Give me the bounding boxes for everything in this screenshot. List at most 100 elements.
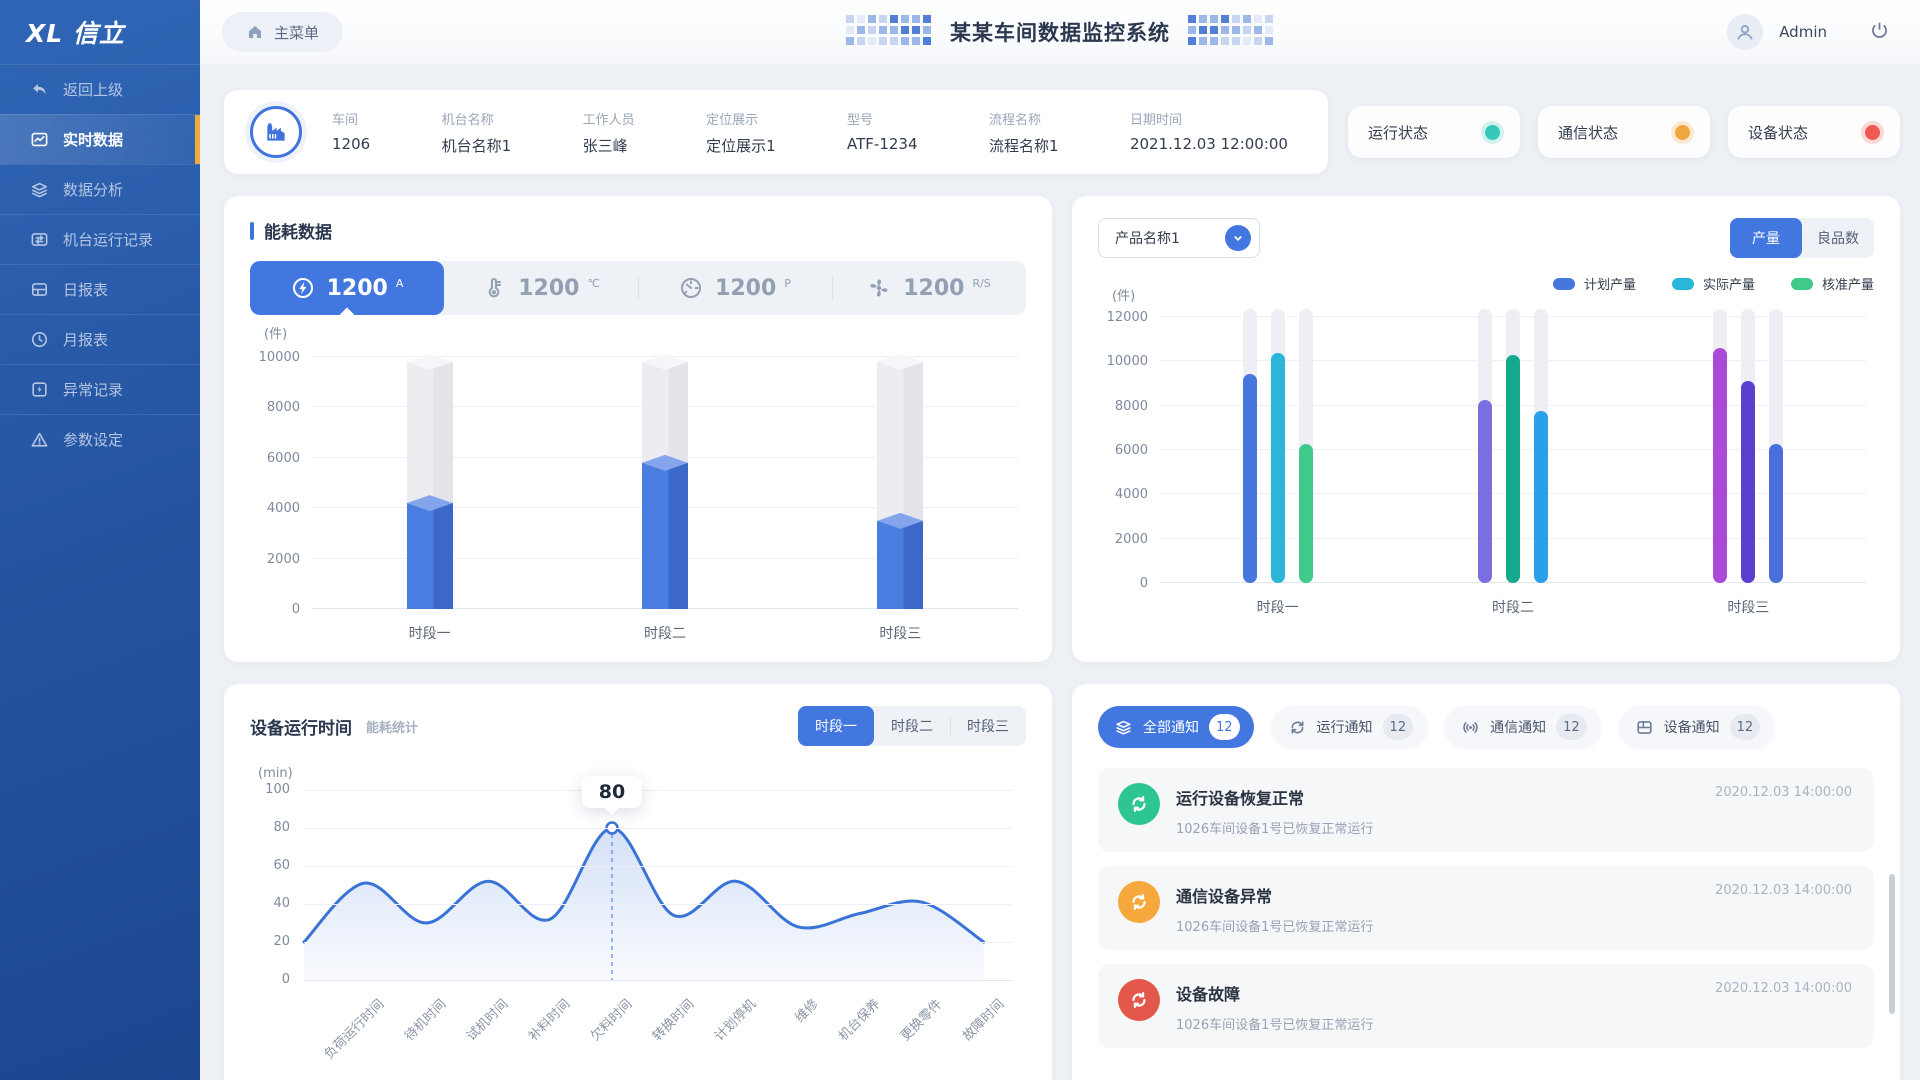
header-right: Admin [1727, 14, 1890, 50]
notice-tab-2[interactable]: 运行通知12 [1272, 706, 1428, 748]
power-button[interactable] [1869, 20, 1890, 45]
info-field-value: ATF-1234 [847, 135, 917, 153]
line-plot-area [304, 790, 1012, 980]
sidebar-item-2[interactable]: 实时数据 [0, 114, 200, 164]
x-axis-label: 时段二 [1492, 597, 1534, 617]
x-axis-label: 时段三 [879, 623, 921, 643]
sidebar-item-4[interactable]: 机台运行记录 [0, 214, 200, 264]
notice-list: 运行设备恢复正常1026车间设备1号已恢复正常运行2020.12.03 14:0… [1098, 768, 1874, 1048]
bar-slot [595, 345, 735, 609]
machine-record-icon [30, 230, 49, 249]
status-pill-1[interactable]: 运行状态 [1348, 106, 1520, 158]
notice-item-2[interactable]: 通信设备异常1026车间设备1号已恢复正常运行2020.12.03 14:00:… [1098, 866, 1874, 950]
page-title: 某某车间数据监控系统 [950, 17, 1170, 47]
info-field-label: 型号 [847, 109, 917, 128]
sidebar-item-6[interactable]: 月报表 [0, 314, 200, 364]
info-field-7: 日期时间 2021.12.03 12:00:00 [1130, 109, 1288, 156]
info-fields: 车间1206机台名称机台名称1工作人员张三峰定位展示定位展示1型号ATF-123… [332, 109, 1302, 156]
energy-tab-2[interactable]: 1200℃ [444, 261, 638, 315]
refresh-icon [1128, 891, 1150, 913]
sidebar-item-5[interactable]: 日报表 [0, 264, 200, 314]
energy-tab-4[interactable]: 1200R/S [832, 261, 1026, 315]
period-tab-2[interactable]: 时段二 [874, 706, 950, 746]
period-tab-3[interactable]: 时段三 [950, 706, 1026, 746]
info-field-label: 车间 [332, 109, 370, 128]
sidebar-item-3[interactable]: 数据分析 [0, 164, 200, 214]
sidebar-item-label: 机台运行记录 [63, 229, 153, 250]
period-tab-1[interactable]: 时段一 [798, 706, 874, 746]
gridline [304, 904, 1012, 905]
info-field-3: 工作人员张三峰 [583, 109, 635, 156]
sidebar-item-label: 参数设定 [63, 429, 123, 450]
product-select[interactable]: 产品名称1 [1098, 218, 1260, 258]
notice-body: 运行设备恢复正常1026车间设备1号已恢复正常运行 [1176, 783, 1373, 837]
device-notice-icon [1635, 718, 1654, 737]
status-label: 通信状态 [1558, 122, 1618, 143]
gridline [304, 942, 1012, 943]
status-pill-3[interactable]: 设备状态 [1728, 106, 1900, 158]
x-axis-label: 欠料时间 [585, 994, 635, 1044]
notice-item-1[interactable]: 运行设备恢复正常1026车间设备1号已恢复正常运行2020.12.03 14:0… [1098, 768, 1874, 852]
sidebar-item-label: 月报表 [63, 329, 108, 350]
y-tick-label: 10000 [250, 350, 300, 365]
value-bar [1741, 381, 1755, 583]
main-menu-label: 主菜单 [274, 22, 319, 43]
sidebar-item-8[interactable]: 参数设定 [0, 414, 200, 464]
gridline [304, 980, 1012, 981]
notice-scrollbar[interactable] [1889, 874, 1895, 1014]
notice-tab-3[interactable]: 通信通知12 [1445, 706, 1601, 748]
product-select-value: 产品名称1 [1115, 228, 1180, 248]
bar-wrap [1534, 307, 1548, 583]
info-field-label: 日期时间 [1130, 109, 1288, 128]
bar-wrap [1506, 307, 1520, 583]
main-menu-button[interactable]: 主菜单 [222, 12, 343, 52]
notice-description: 1026车间设备1号已恢复正常运行 [1176, 916, 1373, 935]
notice-tabs: 全部通知12 运行通知12 通信通知12 设备通知12 [1098, 706, 1874, 748]
status-pill-2[interactable]: 通信状态 [1538, 106, 1710, 158]
sidebar-item-1[interactable]: 返回上级 [0, 64, 200, 114]
notice-tab-1[interactable]: 全部通知12 [1098, 706, 1254, 748]
energy-bar-chart: (件)0200040006000800010000时段一时段二时段三 [250, 345, 1026, 645]
production-legend: 计划产量实际产量核准产量 [1098, 274, 1874, 293]
info-field-value: 2021.12.03 12:00:00 [1130, 135, 1288, 153]
runtime-line-chart: (min)02040608010080负荷运行时间待机时间试机时间补料时间欠料时… [250, 790, 1026, 1080]
info-field-5: 型号 ATF-1234 [847, 109, 917, 156]
prism-body [877, 521, 923, 609]
toggle-option-1[interactable]: 产量 [1730, 218, 1802, 258]
info-field-1: 车间1206 [332, 109, 370, 156]
info-field-6: 流程名称流程名称1 [989, 109, 1059, 156]
sidebar-item-7[interactable]: 异常记录 [0, 364, 200, 414]
value-bar [1506, 355, 1520, 583]
production-panel: 产品名称1 产量良品数 计划产量实际产量核准产量 (件)020004000600… [1072, 196, 1900, 662]
energy-tab-1[interactable]: 1200A [250, 261, 444, 315]
electric-icon [291, 276, 315, 300]
info-field-value: 流程名称1 [989, 135, 1059, 156]
info-field-2: 机台名称机台名称1 [442, 109, 512, 156]
notice-count-badge: 12 [1383, 714, 1414, 740]
prism-body [407, 503, 453, 609]
toggle-option-2[interactable]: 良品数 [1802, 218, 1874, 258]
legend-item: 核准产量 [1791, 274, 1874, 293]
comm-notice-icon [1461, 718, 1480, 737]
notice-tab-4[interactable]: 设备通知12 [1619, 706, 1775, 748]
energy-tab-3[interactable]: 1200P [638, 261, 832, 315]
energy-tab-value: 1200 [327, 276, 388, 301]
daily-report-icon [30, 280, 49, 299]
bar-wrap [1271, 307, 1285, 583]
notice-count-badge: 12 [1556, 714, 1587, 740]
x-axis-label: 机台保养 [833, 994, 883, 1044]
status-dot [1485, 125, 1500, 140]
info-field-value: 定位展示1 [706, 135, 776, 156]
exception-icon [30, 380, 49, 399]
bar-slot [830, 345, 970, 609]
x-axis-label: 补料时间 [523, 994, 573, 1044]
info-field-label: 机台名称 [442, 109, 512, 128]
user-name[interactable]: Admin [1779, 23, 1827, 41]
gridline [304, 828, 1012, 829]
sidebar-item-label: 返回上级 [63, 79, 123, 100]
bar-wrap [1299, 307, 1313, 583]
avatar[interactable] [1727, 14, 1763, 50]
notice-item-3[interactable]: 设备故障1026车间设备1号已恢复正常运行2020.12.03 14:00:00 [1098, 964, 1874, 1048]
runtime-tabs: 时段一时段二时段三 [798, 706, 1026, 746]
notice-status-icon [1118, 783, 1160, 825]
